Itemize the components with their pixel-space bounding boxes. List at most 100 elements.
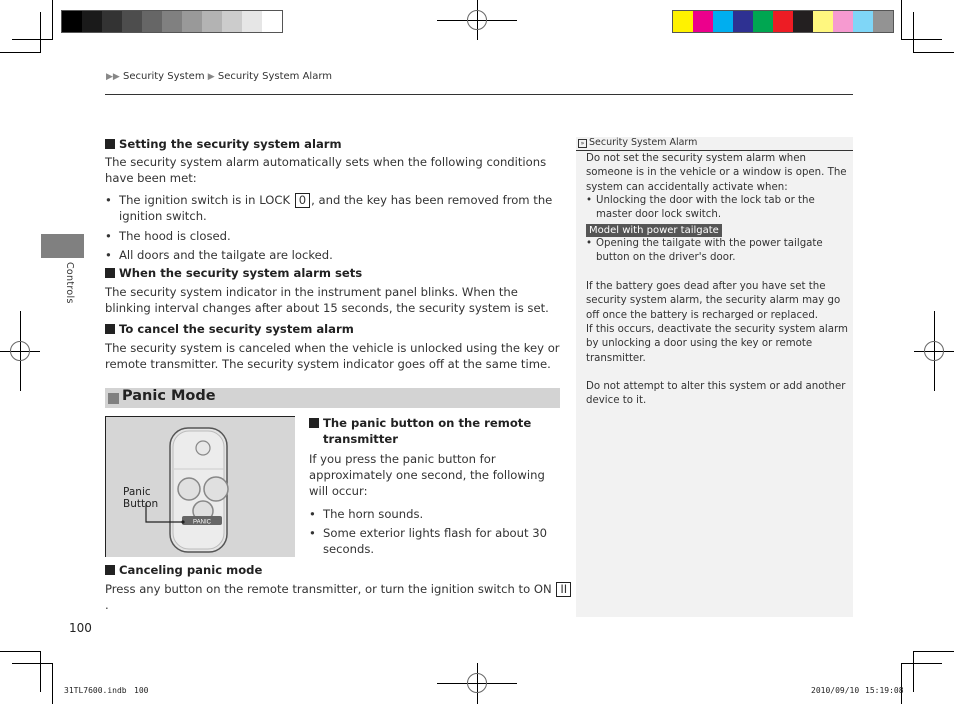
list-item: The ignition switch is in LOCK 0, and th… xyxy=(105,192,559,224)
side-note-list-item: Opening the tailgate with the power tail… xyxy=(586,237,846,266)
crop-mark xyxy=(913,651,954,652)
ignition-on-symbol: II xyxy=(556,582,572,597)
side-tab-marker xyxy=(41,234,84,258)
heading-square-icon xyxy=(105,324,115,334)
section-heading: Setting the security system alarm xyxy=(105,137,342,151)
crop-mark xyxy=(913,52,954,53)
color-swatch xyxy=(773,11,793,32)
breadcrumb-item[interactable]: Security System Alarm xyxy=(218,71,332,82)
section-heading: To cancel the security system alarm xyxy=(105,322,354,336)
color-swatch xyxy=(673,11,693,32)
panic-button-callout: Panic Button xyxy=(123,486,159,510)
color-swatch xyxy=(182,11,202,32)
heading-text: Canceling panic mode xyxy=(119,563,263,577)
color-swatch xyxy=(202,11,222,32)
heading-text: When the security system alarm sets xyxy=(119,266,363,280)
paragraph: The security system alarm automatically … xyxy=(105,155,547,185)
section-heading: When the security system alarm sets xyxy=(105,266,362,280)
color-swatch xyxy=(262,11,282,32)
paragraph: The security system indicator in the ins… xyxy=(105,285,549,315)
heading-text: Setting the security system alarm xyxy=(119,137,342,151)
process-color-bar xyxy=(672,10,894,33)
color-swatch xyxy=(222,11,242,32)
list-item: The hood is closed. xyxy=(105,228,559,244)
side-note-paragraph: If this occurs, deactivate the security … xyxy=(586,324,848,364)
color-swatch xyxy=(853,11,873,32)
crop-mark xyxy=(901,0,902,40)
crop-mark xyxy=(913,651,914,692)
lock-button xyxy=(203,476,229,502)
remote-top-button xyxy=(195,440,211,456)
color-swatch xyxy=(873,11,893,32)
color-swatch xyxy=(793,11,813,32)
color-swatch xyxy=(82,11,102,32)
color-swatch xyxy=(102,11,122,32)
heading-square-icon xyxy=(108,393,119,404)
grayscale-color-bar xyxy=(61,10,283,33)
heading-square-icon xyxy=(105,565,115,575)
crop-mark xyxy=(12,663,53,664)
side-note-list-item: Unlocking the door with the lock tab or … xyxy=(586,194,846,223)
breadcrumb: ▶▶ Security System ▶ Security System Ala… xyxy=(106,71,332,82)
breadcrumb-separator-icon: ▶ xyxy=(207,72,215,82)
crop-mark xyxy=(901,663,942,664)
footer-filename: 31TL7600.indb xyxy=(64,686,127,695)
unlock-button xyxy=(177,477,201,501)
color-swatch xyxy=(242,11,262,32)
side-note-title: » Security System Alarm xyxy=(576,137,853,151)
color-swatch xyxy=(753,11,773,32)
breadcrumb-arrow-icon: ▶▶ xyxy=(106,72,120,82)
text: . xyxy=(105,598,109,612)
side-tab-label: Controls xyxy=(64,262,75,304)
color-swatch xyxy=(813,11,833,32)
crop-mark xyxy=(901,39,942,40)
heading-text: The panic button on the remote transmitt… xyxy=(323,416,532,446)
crop-mark xyxy=(12,39,53,40)
section-heading: The panic button on the remote transmitt… xyxy=(309,415,559,447)
section-heading: Canceling panic mode xyxy=(105,563,262,577)
list-item: All doors and the tailgate are locked. xyxy=(105,247,559,263)
color-swatch xyxy=(162,11,182,32)
side-note-title-text: Security System Alarm xyxy=(589,137,698,148)
double-arrow-icon: » xyxy=(578,139,587,148)
panic-button-label: PANIC xyxy=(193,520,212,526)
page-number: 100 xyxy=(69,621,92,635)
heading-square-icon xyxy=(105,139,115,149)
crop-mark xyxy=(0,52,41,53)
footer-date: 2010/09/10 xyxy=(811,686,860,695)
heading-square-icon xyxy=(105,268,115,278)
color-swatch xyxy=(713,11,733,32)
color-swatch xyxy=(733,11,753,32)
crop-mark xyxy=(901,663,902,704)
crop-mark xyxy=(52,663,53,704)
crop-mark xyxy=(913,12,914,53)
crop-mark xyxy=(0,651,41,652)
side-note-paragraph: Do not set the security system alarm whe… xyxy=(586,153,847,193)
footer-page: 100 xyxy=(134,686,149,695)
text: The ignition switch is in LOCK xyxy=(119,193,294,207)
list-item: The horn sounds. xyxy=(309,506,563,522)
crop-mark xyxy=(52,0,53,40)
color-swatch xyxy=(693,11,713,32)
crop-mark xyxy=(40,12,41,53)
color-swatch xyxy=(142,11,162,32)
list-item: Some exterior lights flash for about 30 … xyxy=(309,525,563,557)
paragraph: If you press the panic button for approx… xyxy=(309,452,545,498)
panic-mode-title: Panic Mode xyxy=(122,388,216,404)
text: Press any button on the remote transmitt… xyxy=(105,582,556,596)
ignition-key-symbol: 0 xyxy=(294,193,311,208)
color-swatch xyxy=(122,11,142,32)
breadcrumb-item[interactable]: Security System xyxy=(123,71,205,82)
color-swatch xyxy=(62,11,82,32)
side-note-paragraph: Do not attempt to alter this system or a… xyxy=(586,381,846,407)
heading-text: To cancel the security system alarm xyxy=(119,322,354,336)
side-note-paragraph: If the battery goes dead after you have … xyxy=(586,281,841,321)
model-badge: Model with power tailgate xyxy=(586,224,722,237)
header-rule xyxy=(105,94,853,95)
paragraph: Press any button on the remote transmitt… xyxy=(105,581,575,613)
remote-transmitter-figure: PANIC Panic Button xyxy=(105,416,295,557)
footer-time: 15:19:08 xyxy=(865,686,904,695)
panic-mode-header: Panic Mode xyxy=(105,388,560,408)
heading-square-icon xyxy=(309,418,319,428)
color-swatch xyxy=(833,11,853,32)
